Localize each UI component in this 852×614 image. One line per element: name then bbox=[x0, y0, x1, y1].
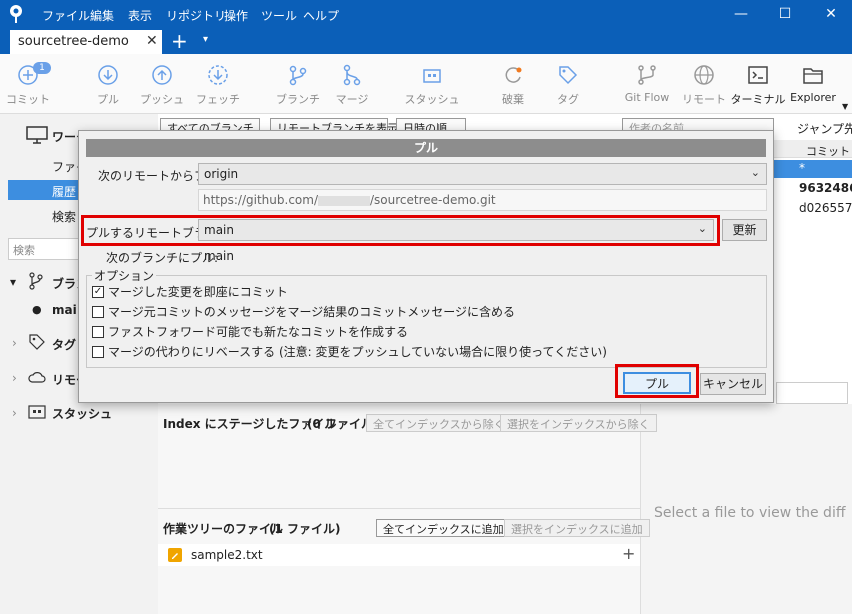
refresh-button[interactable]: 更新 bbox=[722, 219, 767, 241]
menu-file[interactable]: ファイル bbox=[42, 7, 90, 24]
dialog-title: プル bbox=[86, 139, 766, 157]
current-branch-dot-icon: ● bbox=[32, 303, 42, 316]
local-branch-label: 次のブランチにプル: bbox=[106, 251, 219, 265]
commit-column-header[interactable]: コミット bbox=[806, 143, 850, 159]
close-window-button[interactable]: ✕ bbox=[821, 4, 841, 24]
stage-selected-button[interactable]: 選択をインデックスに追加 bbox=[504, 519, 650, 537]
add-tab-icon[interactable]: + bbox=[171, 29, 188, 53]
merge-icon bbox=[343, 64, 361, 86]
menu-edit[interactable]: 編集 bbox=[90, 7, 114, 24]
branch-button[interactable]: ブランチ bbox=[268, 64, 328, 107]
toolbar-overflow-icon[interactable]: ▼ bbox=[842, 102, 848, 111]
fetch-icon bbox=[208, 65, 228, 85]
push-icon bbox=[152, 65, 172, 85]
file-name: sample2.txt bbox=[191, 548, 263, 562]
modified-file-icon bbox=[168, 548, 182, 562]
remote-select[interactable]: origin ⌄ bbox=[198, 163, 767, 185]
chevron-right-icon[interactable]: › bbox=[12, 371, 17, 385]
explorer-button[interactable]: Explorer bbox=[783, 64, 843, 104]
sidebar-item-search[interactable]: 検索 bbox=[52, 208, 76, 225]
push-button[interactable]: プッシュ bbox=[132, 64, 192, 107]
chevron-right-icon[interactable]: › bbox=[12, 336, 17, 350]
selected-commit-row[interactable] bbox=[774, 160, 852, 178]
diff-placeholder: Select a file to view the diff bbox=[654, 505, 846, 521]
checkbox-checked[interactable]: ✓ bbox=[92, 285, 104, 298]
fetch-button[interactable]: フェッチ bbox=[188, 64, 248, 107]
commit-hash: * bbox=[799, 161, 805, 175]
stash-icon bbox=[28, 405, 46, 419]
merge-button[interactable]: マージ bbox=[322, 64, 382, 107]
divider bbox=[158, 508, 640, 509]
repo-tab[interactable]: sourcetree-demo ✕ bbox=[10, 30, 162, 54]
chevron-down-icon: ⌄ bbox=[750, 166, 760, 179]
checkbox-unchecked[interactable] bbox=[92, 345, 104, 358]
option-include-messages[interactable]: マージ元コミットのメッセージをマージ結果のコミットメッセージに含める bbox=[92, 303, 515, 320]
menu-repository[interactable]: リポジトリ bbox=[166, 7, 226, 24]
terminal-icon bbox=[748, 66, 768, 84]
working-tree-title: 作業ツリーのファイル bbox=[163, 522, 284, 536]
diff-search-input[interactable] bbox=[776, 382, 848, 404]
option-rebase[interactable]: マージの代わりにリベースする (注意: 変更をプッシュしていない場合に限り使って… bbox=[92, 343, 607, 360]
checkbox-unchecked[interactable] bbox=[92, 325, 104, 338]
tab-menu-icon[interactable]: ▾ bbox=[203, 34, 208, 45]
sidebar-stashes[interactable]: スタッシュ bbox=[52, 405, 112, 422]
minimize-button[interactable]: — bbox=[731, 4, 751, 24]
maximize-button[interactable]: ☐ bbox=[775, 4, 795, 24]
checkbox-unchecked[interactable] bbox=[92, 305, 104, 318]
discard-icon bbox=[505, 67, 522, 83]
pull-icon bbox=[98, 65, 118, 85]
cancel-button[interactable]: キャンセル bbox=[700, 373, 766, 395]
branch-icon bbox=[289, 65, 307, 86]
cloud-icon bbox=[28, 372, 46, 383]
menu-help[interactable]: ヘルプ bbox=[303, 7, 339, 24]
branch-icon bbox=[29, 272, 43, 290]
stage-all-button[interactable]: 全てインデックスに追加 bbox=[376, 519, 511, 537]
files-pane bbox=[158, 404, 640, 614]
pull-button[interactable]: プル bbox=[78, 64, 138, 107]
sidebar-tags[interactable]: タグ bbox=[52, 336, 76, 353]
working-tree-count: (1 ファイル) bbox=[269, 522, 341, 536]
option-commit-immediately[interactable]: ✓ マージした変更を即座にコミット bbox=[92, 283, 288, 300]
gitflow-icon bbox=[638, 65, 656, 85]
sidebar-item-history[interactable]: 履歴 bbox=[52, 183, 76, 200]
terminal-button[interactable]: ターミナル bbox=[728, 64, 788, 107]
redacted-username bbox=[317, 195, 370, 206]
remote-url-field: https://github.com//sourcetree-demo.git bbox=[198, 189, 767, 211]
sidebar-branch-main[interactable]: mai bbox=[52, 303, 77, 317]
unstage-all-button[interactable]: 全てインデックスから除く bbox=[366, 414, 512, 432]
stash-button[interactable]: スタッシュ bbox=[402, 64, 462, 107]
menu-view[interactable]: 表示 bbox=[128, 7, 152, 24]
commit-hash[interactable]: d026557 bbox=[799, 201, 852, 215]
local-branch-value: main bbox=[204, 249, 234, 263]
stage-file-icon[interactable]: + bbox=[622, 544, 635, 563]
pull-confirm-button[interactable]: プル bbox=[623, 372, 691, 394]
tag-icon bbox=[559, 66, 578, 85]
stash-icon bbox=[423, 69, 441, 83]
remote-button[interactable]: リモート bbox=[674, 64, 734, 107]
commit-hash[interactable]: 9632486 bbox=[799, 181, 852, 195]
globe-icon bbox=[694, 65, 714, 85]
option-no-fast-forward[interactable]: ファストフォワード可能でも新たなコミットを作成する bbox=[92, 323, 408, 340]
options-title: オプション bbox=[92, 267, 157, 284]
sourcetree-logo-icon bbox=[10, 5, 22, 23]
unstage-selected-button[interactable]: 選択をインデックスから除く bbox=[500, 414, 657, 432]
monitor-icon bbox=[26, 126, 48, 144]
folder-icon bbox=[803, 68, 823, 84]
remote-branch-select[interactable]: main ⌄ bbox=[198, 219, 714, 241]
commit-count-badge: 1 bbox=[33, 62, 51, 74]
jump-to-label: ジャンプ先: bbox=[797, 122, 852, 136]
gitflow-button[interactable]: Git Flow bbox=[617, 64, 677, 104]
close-tab-icon[interactable]: ✕ bbox=[146, 33, 158, 49]
tag-icon bbox=[29, 334, 45, 350]
menu-actions[interactable]: 操作 bbox=[224, 7, 248, 24]
chevron-down-icon: ⌄ bbox=[697, 222, 707, 235]
menu-tools[interactable]: ツール bbox=[261, 7, 297, 24]
repo-tab-label: sourcetree-demo bbox=[18, 34, 129, 49]
chevron-right-icon[interactable]: › bbox=[12, 406, 17, 420]
discard-button[interactable]: 破棄 bbox=[483, 64, 543, 107]
chevron-down-icon[interactable]: ▾ bbox=[10, 275, 16, 289]
tag-button[interactable]: タグ bbox=[538, 64, 598, 107]
